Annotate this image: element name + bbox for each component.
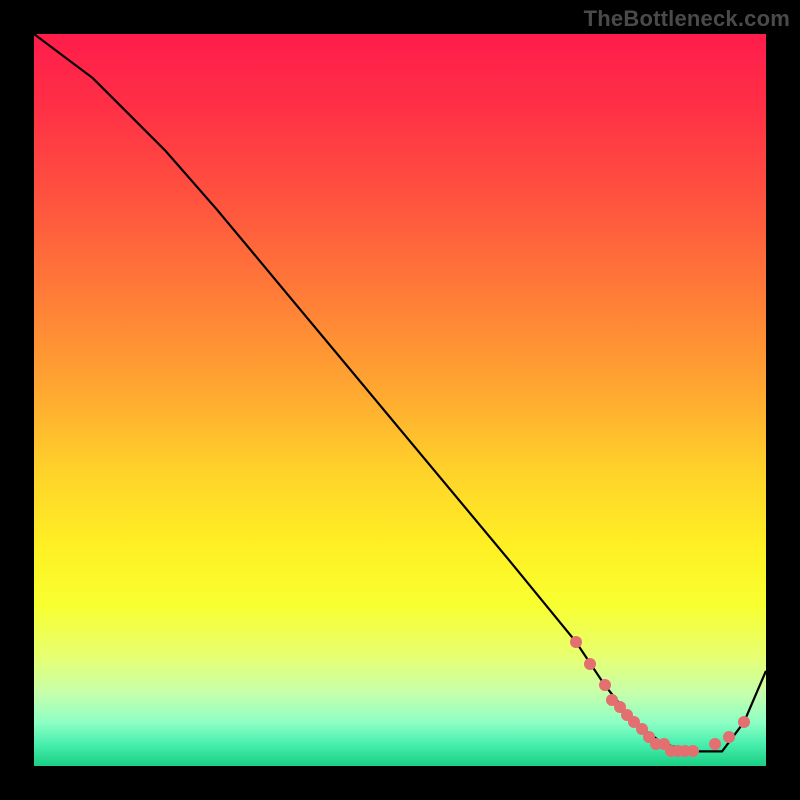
- highlight-dot: [570, 636, 582, 648]
- highlight-dot: [584, 658, 596, 670]
- highlight-dot: [687, 745, 699, 757]
- curve-layer: [34, 34, 766, 766]
- chart-frame: TheBottleneck.com: [0, 0, 800, 800]
- highlight-dot: [738, 716, 750, 728]
- bottleneck-curve: [34, 34, 766, 751]
- highlight-dot: [599, 679, 611, 691]
- highlight-dot: [709, 738, 721, 750]
- highlight-dot: [723, 731, 735, 743]
- plot-area: [34, 34, 766, 766]
- watermark-text: TheBottleneck.com: [584, 6, 790, 32]
